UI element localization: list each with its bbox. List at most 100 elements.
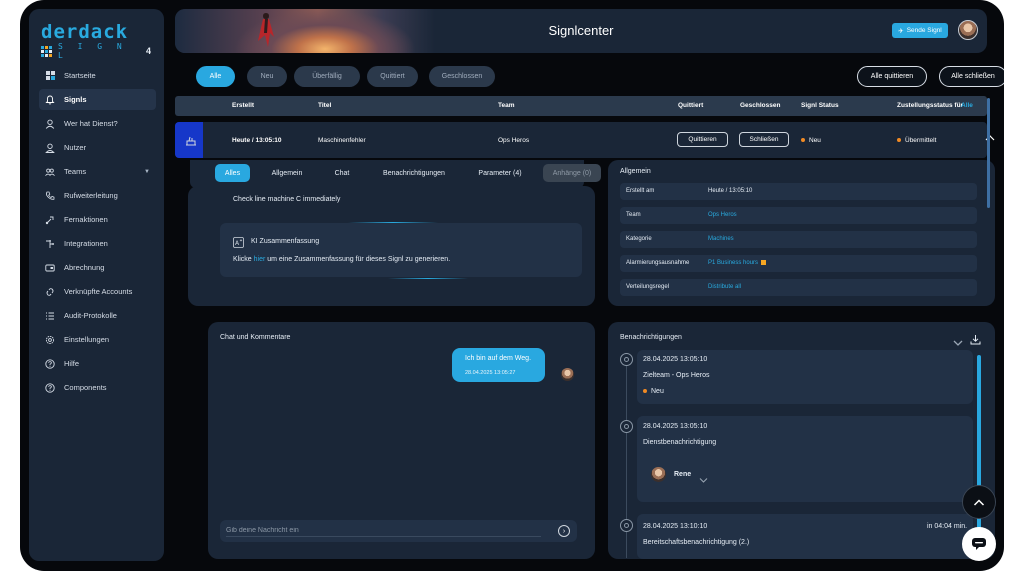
sidebar-item-wer-hat-dienst[interactable]: Wer hat Dienst?: [39, 113, 156, 134]
recipient-name: Rene: [674, 471, 692, 478]
col-team: Team: [498, 102, 515, 109]
general-value-link[interactable]: Distribute all: [708, 284, 741, 290]
chat-message-input[interactable]: [226, 525, 541, 537]
general-key: Erstellt am: [626, 188, 655, 194]
send-icon: ✈: [898, 27, 904, 35]
sidebar-item-integrationen[interactable]: Integrationen: [39, 233, 156, 254]
chat-support-button[interactable]: [962, 527, 996, 561]
gear-icon: [45, 335, 55, 345]
notification-target: Zielteam - Ops Heros: [643, 372, 710, 379]
timeline-dot-icon: [620, 420, 633, 433]
row-title: Maschinenfehler: [318, 137, 366, 144]
status-dot: [643, 389, 647, 394]
general-value-link[interactable]: Ops Heros: [708, 212, 737, 218]
sidebar-item-components[interactable]: Components: [39, 377, 156, 398]
sidebar-item-teams[interactable]: Teams ▼: [39, 161, 156, 182]
billing-icon: [45, 263, 55, 273]
general-value-link[interactable]: P1 Business hours: [708, 260, 767, 267]
chat-title: Chat und Kommentare: [220, 334, 291, 341]
sidebar-item-fernaktionen[interactable]: Fernaktionen: [39, 209, 156, 230]
notification-card: 28.04.2025 13:10:10 in 04:04 min. Bereit…: [637, 514, 973, 559]
row-created: Heute / 13:05:10: [232, 137, 282, 144]
general-key: Alarmierungsausnahme: [626, 260, 690, 266]
description-panel: Check line machine C immediately A KI Zu…: [188, 186, 595, 306]
user-avatar[interactable]: [958, 20, 978, 40]
notification-type: Dienstbenachrichtigung: [643, 439, 717, 446]
row-delivery-label: Übermittelt: [905, 137, 937, 144]
business-hours-icon: [761, 260, 767, 265]
link-icon: [45, 287, 55, 297]
col-created: Erstellt: [232, 102, 255, 109]
close-all-button[interactable]: Alle schließen: [939, 66, 1004, 87]
chat-panel: Chat und Kommentare Ich bin auf dem Weg.…: [208, 322, 595, 559]
page-scrollbar[interactable]: [987, 98, 990, 208]
tab-all[interactable]: Alles: [215, 164, 250, 182]
general-title: Allgemein: [620, 168, 651, 175]
col-closed: Geschlossen: [740, 102, 781, 109]
row-team: Ops Heros: [498, 137, 530, 144]
general-key: Team: [626, 212, 641, 218]
svg-text:A: A: [235, 240, 240, 247]
sidebar-item-hilfe[interactable]: Hilfe: [39, 353, 156, 374]
logo-product: S I G N L: [58, 42, 127, 60]
sidebar-item-nutzer[interactable]: Nutzer: [39, 137, 156, 158]
filter-all[interactable]: Alle: [196, 66, 235, 87]
app-window: derdack S I G N L 4 Startseite Signls We…: [20, 0, 1004, 571]
status-dot: [801, 138, 805, 143]
notification-card: 28.04.2025 13:05:10 Zielteam - Ops Heros…: [637, 350, 973, 404]
sidebar-item-rufweiterleitung[interactable]: Rufweiterleitung: [39, 185, 156, 206]
sidebar-item-startseite[interactable]: Startseite: [39, 65, 156, 86]
tab-attachments: Anhänge (0): [543, 164, 601, 182]
notification-type: Bereitschaftsbenachrichtigung (2.): [643, 539, 750, 546]
general-row-created: Erstellt am Heute / 13:05:10: [620, 183, 977, 200]
send-message-icon[interactable]: ›: [558, 525, 570, 537]
acknowledge-button[interactable]: Quittieren: [677, 132, 728, 147]
chat-message-bubble: Ich bin auf dem Weg. 28.04.2025 13:05:27: [452, 348, 545, 382]
sidebar-item-label: Rufweiterleitung: [64, 191, 118, 200]
tab-chat[interactable]: Chat: [322, 164, 362, 182]
ai-summary-text: Klicke hier um eine Zusammenfassung für …: [233, 256, 450, 263]
integration-icon: [45, 239, 55, 249]
delivery-dot: [897, 138, 901, 143]
ai-summary-title: KI Zusammenfassung: [251, 238, 320, 245]
ai-summary-link[interactable]: hier: [254, 256, 266, 263]
sidebar-item-label: Startseite: [64, 71, 96, 80]
sidebar-item-einstellungen[interactable]: Einstellungen: [39, 329, 156, 350]
chevron-down-icon[interactable]: ▼: [144, 169, 150, 175]
sidebar-item-verknuepfte-accounts[interactable]: Verknüpfte Accounts: [39, 281, 156, 302]
exception-link-label: P1 Business hours: [708, 260, 759, 267]
chevron-down-icon[interactable]: [699, 471, 708, 489]
tab-parameters[interactable]: Parameter (4): [466, 164, 534, 182]
remote-icon: [45, 215, 55, 225]
close-button[interactable]: Schließen: [739, 132, 789, 147]
sidebar-item-label: Wer hat Dienst?: [64, 119, 118, 128]
general-row-category: Kategorie Machines: [620, 231, 977, 248]
download-icon[interactable]: [970, 332, 981, 350]
col-acknowledged: Quittiert: [678, 102, 704, 109]
filter-new[interactable]: Neu: [247, 66, 287, 87]
col-status: Signl Status: [801, 102, 839, 109]
notifications-panel: Benachrichtigungen 28.04.2025 13:05:10 Z…: [608, 322, 995, 559]
tab-notifications[interactable]: Benachrichtigungen: [370, 164, 458, 182]
send-signl-button[interactable]: ✈ Sende Signl: [892, 23, 948, 38]
sidebar-item-label: Teams: [64, 167, 87, 176]
filter-overdue[interactable]: Überfällig: [294, 66, 360, 87]
general-row-exception: Alarmierungsausnahme P1 Business hours: [620, 255, 977, 272]
tab-general[interactable]: Allgemein: [262, 164, 312, 182]
acknowledge-all-button[interactable]: Alle quittieren: [857, 66, 927, 87]
sidebar-item-signls[interactable]: Signls: [39, 89, 156, 110]
scroll-top-button[interactable]: [962, 485, 996, 519]
notifications-scrollbar[interactable]: [977, 355, 981, 555]
sidebar-item-label: Hilfe: [64, 359, 80, 368]
general-value-link[interactable]: Machines: [708, 236, 734, 242]
table-row[interactable]: Heute / 13:05:10 Maschinenfehler Ops Her…: [175, 122, 995, 158]
timeline-dot-icon: [620, 519, 633, 532]
general-key: Verteilungsregel: [626, 284, 670, 290]
row-status: Neu: [801, 137, 821, 144]
chat-message-text: Ich bin auf dem Weg.: [465, 355, 532, 362]
sidebar-item-abrechnung[interactable]: Abrechnung: [39, 257, 156, 278]
filter-acknowledged[interactable]: Quittiert: [367, 66, 418, 87]
sidebar-item-audit-protokolle[interactable]: Audit-Protokolle: [39, 305, 156, 326]
delivery-filter-link[interactable]: Alle: [961, 102, 973, 109]
filter-closed[interactable]: Geschlossen: [429, 66, 495, 87]
